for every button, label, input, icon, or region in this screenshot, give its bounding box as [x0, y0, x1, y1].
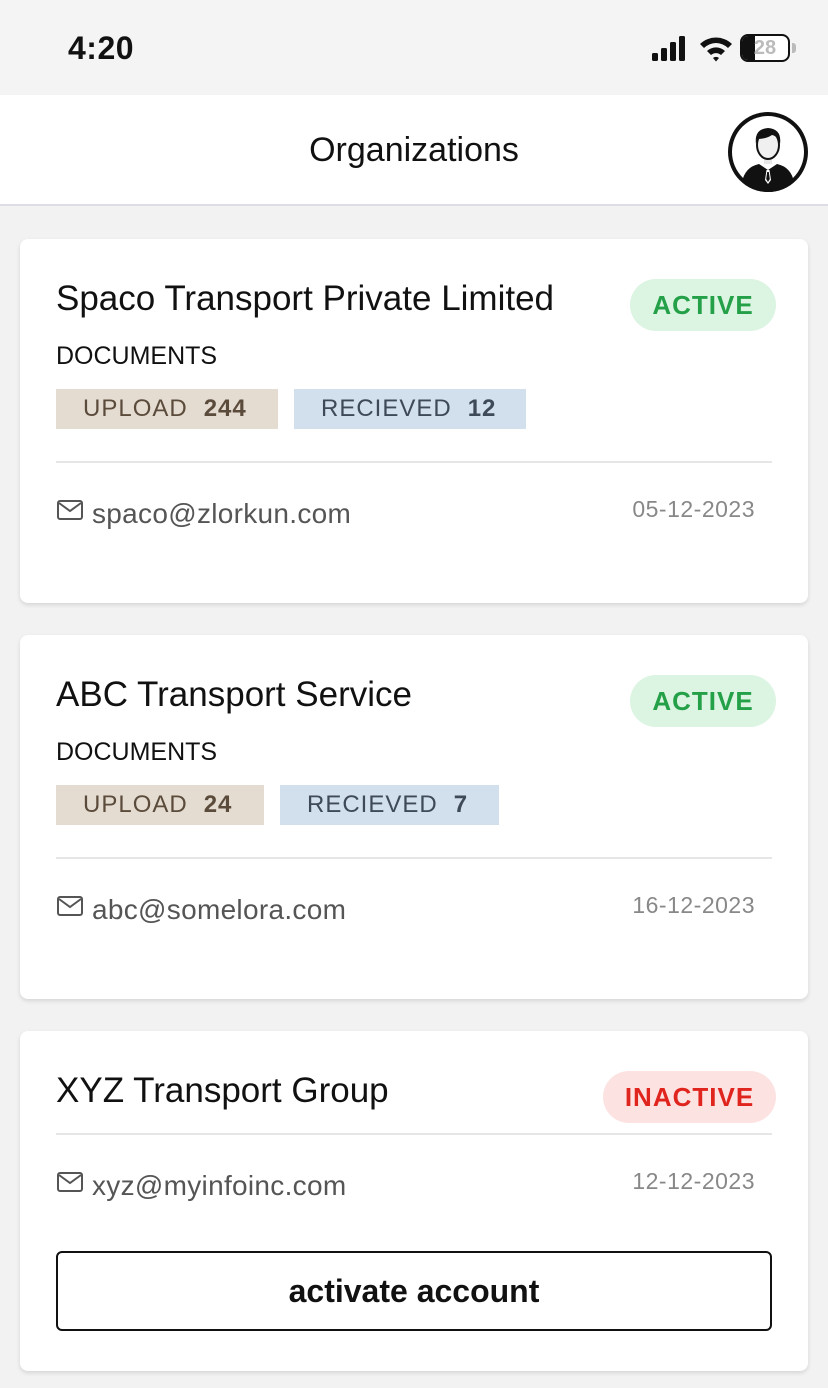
organization-email[interactable]: xyz@myinfoinc.com — [92, 1170, 346, 1202]
organization-name: XYZ Transport Group — [56, 1071, 389, 1110]
organization-name: ABC Transport Service — [56, 675, 412, 714]
upload-count-chip[interactable]: UPLOAD 24 — [56, 785, 264, 825]
organization-name: Spaco Transport Private Limited — [56, 279, 555, 318]
upload-label: UPLOAD — [83, 791, 188, 818]
divider — [56, 461, 772, 463]
organization-date: 05-12-2023 — [632, 496, 755, 522]
wifi-icon — [700, 37, 732, 62]
activate-account-button[interactable]: activate account — [56, 1251, 772, 1331]
organization-date: 12-12-2023 — [632, 1168, 755, 1194]
mail-icon — [57, 896, 83, 916]
upload-count-chip[interactable]: UPLOAD 244 — [56, 389, 278, 429]
organization-date: 16-12-2023 — [632, 892, 755, 918]
received-label: RECIEVED — [321, 395, 452, 422]
user-avatar-icon[interactable] — [728, 112, 808, 192]
documents-label: DOCUMENTS — [56, 738, 218, 766]
mail-icon — [57, 500, 83, 520]
signal-icon — [652, 36, 685, 61]
upload-count: 24 — [203, 791, 233, 818]
organization-email[interactable]: spaco@zlorkun.com — [92, 498, 351, 530]
mail-icon — [57, 1172, 83, 1192]
battery-icon: 28 — [740, 34, 790, 62]
battery-cap — [792, 43, 796, 53]
divider — [56, 1133, 772, 1135]
received-count: 12 — [467, 395, 497, 422]
organization-card[interactable]: XYZ Transport Group INACTIVE xyz@myinfoi… — [20, 1031, 808, 1371]
organization-email[interactable]: abc@somelora.com — [92, 894, 346, 926]
organization-card[interactable]: ABC Transport Service ACTIVE DOCUMENTS U… — [20, 635, 808, 999]
app-header: Organizations — [0, 95, 828, 206]
battery-level: 28 — [753, 37, 777, 59]
organization-card[interactable]: Spaco Transport Private Limited ACTIVE D… — [20, 239, 808, 603]
status-badge: ACTIVE — [630, 279, 776, 331]
upload-label: UPLOAD — [83, 395, 188, 422]
received-count-chip[interactable]: RECIEVED 7 — [280, 785, 499, 825]
received-count: 7 — [453, 791, 469, 818]
status-time: 4:20 — [68, 30, 135, 66]
status-badge: INACTIVE — [603, 1071, 776, 1123]
divider — [56, 857, 772, 859]
documents-label: DOCUMENTS — [56, 342, 218, 370]
status-badge: ACTIVE — [630, 675, 776, 727]
status-bar: 4:20 28 — [0, 0, 828, 95]
received-count-chip[interactable]: RECIEVED 12 — [294, 389, 526, 429]
received-label: RECIEVED — [307, 791, 438, 818]
upload-count: 244 — [203, 395, 247, 422]
page-title: Organizations — [309, 131, 519, 169]
